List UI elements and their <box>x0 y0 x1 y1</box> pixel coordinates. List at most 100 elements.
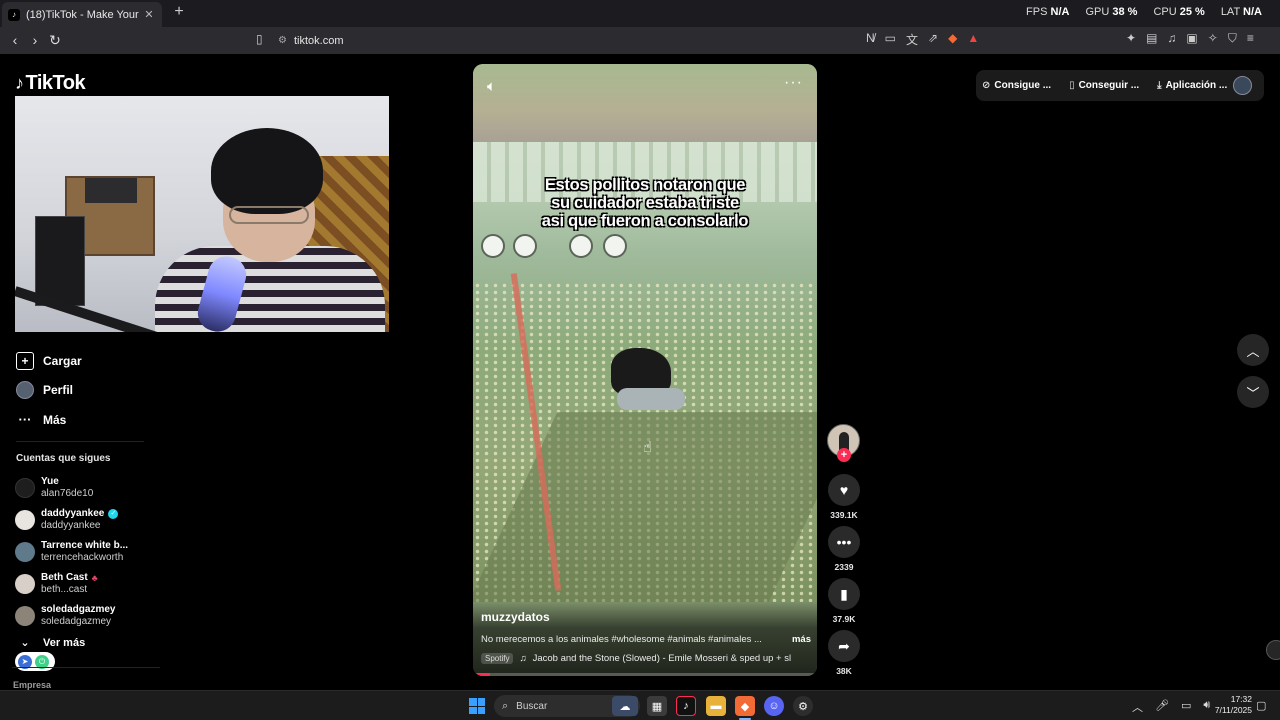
following-account[interactable]: Tarrence white b... terrencehackworth <box>15 536 128 568</box>
description-text: No merecemos a los animales #wholesome #… <box>481 634 762 645</box>
translate-icon[interactable]: 文 <box>906 31 918 48</box>
like-button[interactable]: ♥ 339.1K <box>826 474 862 520</box>
like-count: 339.1K <box>830 510 858 520</box>
verified-badge-icon: ✓ <box>108 509 119 519</box>
account-avatar <box>15 510 35 530</box>
chevron-down-icon: ⌄ <box>20 637 30 649</box>
menu-icon[interactable]: ≡ <box>1247 31 1254 46</box>
sidebar-nav: + Cargar Perfil ··· Más <box>16 346 82 435</box>
comment-count: 2339 <box>834 562 854 572</box>
site-info-icon[interactable]: ⚙ <box>278 35 294 46</box>
discord-icon[interactable]: ☺ <box>764 696 784 716</box>
get-coins-button[interactable]: ⊘ Consigue ... <box>982 80 1051 91</box>
account-handle: beth...cast <box>41 584 88 595</box>
save-count: 37.9K <box>832 614 856 624</box>
system-tray: ︿ 🎤︎ ▭ 🔊︎ <box>1132 699 1210 715</box>
following-account[interactable]: Yue alan76de10 <box>15 472 128 504</box>
no-translate-icon[interactable]: N̸ <box>866 31 875 48</box>
account-avatar <box>15 542 35 562</box>
share-button[interactable]: ➦ 38K <box>826 630 862 676</box>
brave-rewards-icon[interactable]: ▲ <box>967 31 979 48</box>
share-icon[interactable]: ⇗ <box>928 31 938 48</box>
windows-start-icon[interactable] <box>469 698 485 714</box>
following-account[interactable]: Beth Cast ♣ beth...cast <box>15 568 128 600</box>
clock-date: 7/11/2025 <box>1214 705 1252 715</box>
vpn-icon[interactable]: ⛉ <box>1228 31 1237 46</box>
leo-ai-icon[interactable]: ✧ <box>1208 31 1218 46</box>
more-description-button[interactable]: más <box>792 634 811 645</box>
browser-tab[interactable]: ♪ (18)TikTok - Make Your Day ✕ <box>2 2 162 27</box>
upload-icon: + <box>16 351 34 370</box>
button-label: Aplicación ... <box>1165 80 1228 91</box>
phone-icon: ▯ <box>1069 80 1075 91</box>
see-more-button[interactable]: ⌄ Ver más <box>16 636 86 650</box>
sidebar-icon[interactable]: ▤ <box>1146 31 1157 46</box>
download-icon: ⤓ <box>1157 80 1162 91</box>
button-label: Conseguir ... <box>1078 80 1140 91</box>
url-text: tiktok.com <box>294 34 344 47</box>
save-button[interactable]: ▮ 37.9K <box>826 578 862 624</box>
file-explorer-icon[interactable]: ▬ <box>706 696 726 716</box>
tiktok-app-icon[interactable]: ♪ <box>676 696 696 716</box>
settings-app-icon[interactable]: ⚙ <box>793 696 813 716</box>
account-name: Beth Cast <box>41 572 88 583</box>
new-tab-button[interactable]: + <box>170 3 188 23</box>
forward-icon[interactable]: › <box>26 31 44 49</box>
music-icon[interactable]: ♫ <box>1167 31 1176 46</box>
desktop-app-button[interactable]: ⤓ Aplicación ... <box>1157 80 1227 91</box>
tab-close-icon[interactable]: ✕ <box>142 8 156 21</box>
back-icon[interactable]: ‹ <box>6 31 24 49</box>
get-app-button[interactable]: ▯ Conseguir ... <box>1069 80 1139 91</box>
account-avatar <box>15 606 35 626</box>
tray-expand-icon[interactable]: ︿ <box>1132 699 1143 715</box>
video-progress-fill <box>473 673 491 676</box>
account-name: soledadgazmey <box>41 604 116 615</box>
cast-icon[interactable]: ▭ <box>885 31 896 48</box>
performance-overlay: FPS N/A GPU 38 % CPU 25 % LAT N/A <box>1026 6 1262 18</box>
floating-extension-bubble[interactable]: ➤ ⏻ <box>15 652 55 671</box>
network-icon[interactable]: ▭ <box>1181 699 1191 715</box>
share-arrow-icon: ➦ <box>828 630 860 662</box>
taskbar-clock[interactable]: 17:32 7/11/2025 <box>1208 694 1252 716</box>
side-panel-toggle[interactable] <box>1266 640 1280 660</box>
video-author[interactable]: muzzydatos <box>481 610 550 624</box>
microphone-tray-icon[interactable]: 🎤︎ <box>1155 699 1169 715</box>
sidebar-item-profile[interactable]: Perfil <box>16 376 82 406</box>
sidebar-item-upload[interactable]: + Cargar <box>16 346 82 376</box>
following-account[interactable]: daddyyankee ✓ daddyyankee <box>15 504 128 536</box>
sidebar-item-label: Cargar <box>43 353 82 368</box>
store-icon[interactable]: ▦ <box>647 696 667 716</box>
sidebar-item-more[interactable]: ··· Más <box>16 405 82 435</box>
volume-icon[interactable]: 🔈︎ <box>487 78 496 95</box>
sidebar-item-label: Perfil <box>43 383 74 398</box>
widgets-icon[interactable]: ☁ <box>612 696 638 716</box>
share-count: 38K <box>836 666 852 676</box>
extensions-icon[interactable]: ✦ <box>1126 31 1136 46</box>
address-actions: N̸ ▭ 文 ⇗ ◆ ▲ <box>866 31 979 48</box>
more-options-icon[interactable]: ··· <box>784 74 803 92</box>
next-video-button[interactable]: ﹀ <box>1237 376 1269 408</box>
following-account[interactable]: soledadgazmey soledadgazmey <box>15 600 128 632</box>
notification-icon[interactable]: ▢ <box>1256 699 1266 712</box>
see-more-label: Ver más <box>43 636 86 649</box>
video-player[interactable]: Estos pollitos notaron que su cuidador e… <box>473 64 817 676</box>
caption-line: Estos pollitos notaron que <box>544 176 746 194</box>
bookmark-icon[interactable]: ▯ <box>256 32 270 48</box>
wallet-icon[interactable]: ▣ <box>1186 31 1197 46</box>
video-progress-bar[interactable] <box>473 673 817 676</box>
footer-company-link[interactable]: Empresa <box>13 680 51 690</box>
button-label: Consigue ... <box>994 80 1052 91</box>
browser-extensions: ✦ ▤ ♫ ▣ ✧ ⛉ ≡ <box>1126 31 1254 46</box>
music-info[interactable]: Spotify ♫ Jacob and the Stone (Slowed) -… <box>481 653 811 664</box>
tiktok-logo[interactable]: ♪ TikTok <box>15 72 86 95</box>
reload-icon[interactable]: ↻ <box>46 31 64 49</box>
music-note-icon: ♫ <box>519 653 527 664</box>
bookmark-icon: ▮ <box>828 578 860 610</box>
account-avatar <box>15 478 35 498</box>
user-avatar[interactable] <box>1233 76 1252 95</box>
comment-button[interactable]: ••• 2339 <box>826 526 862 572</box>
brave-shield-icon[interactable]: ◆ <box>948 31 957 48</box>
follow-plus-icon[interactable]: + <box>837 448 851 462</box>
brave-browser-icon[interactable]: ◆ <box>735 696 755 716</box>
previous-video-button[interactable]: ︿ <box>1237 334 1269 366</box>
